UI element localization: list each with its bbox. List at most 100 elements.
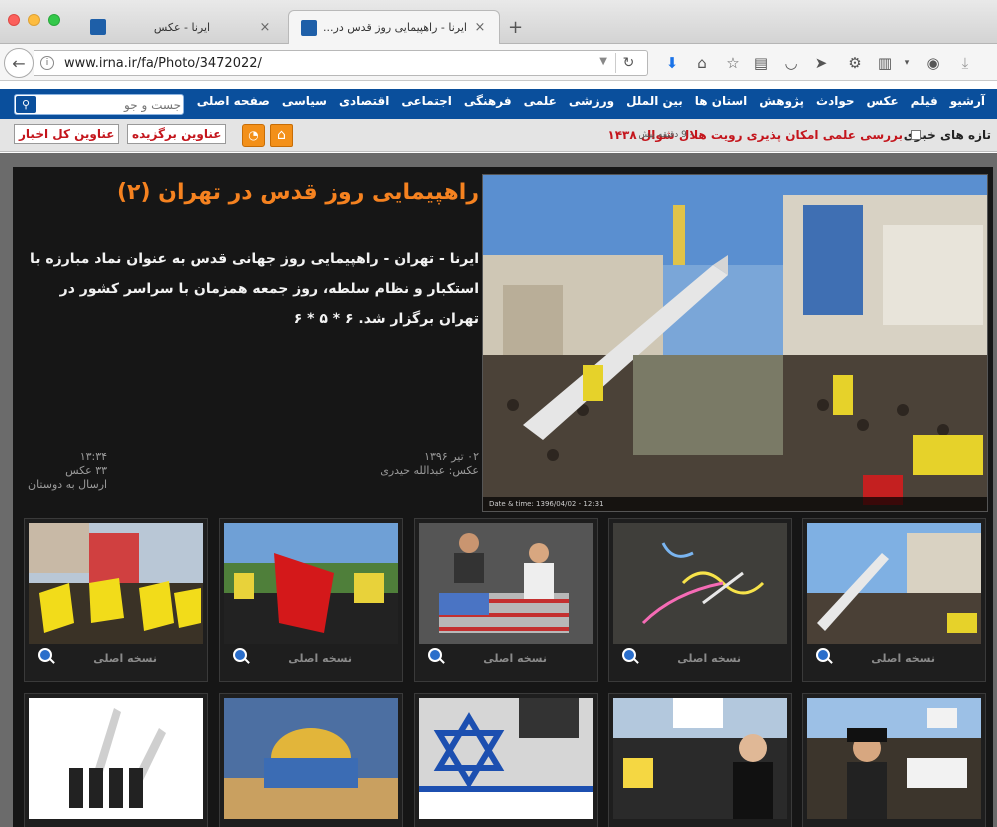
dropdown-arrow-icon[interactable]: ▼: [599, 56, 607, 67]
thumbnail[interactable]: نسخه اصلی: [414, 518, 598, 682]
thumbnail[interactable]: [802, 693, 986, 827]
missile-parade-photo: [483, 175, 987, 511]
bookmark-star-icon[interactable]: ☆: [724, 54, 742, 72]
url-text[interactable]: www.irna.ir/fa/Photo/3472022/: [64, 56, 262, 71]
original-version-link[interactable]: نسخه اصلی: [483, 652, 547, 665]
download-icon[interactable]: ⬇: [663, 54, 681, 72]
search-box: ⚲: [14, 94, 184, 115]
thumbnail[interactable]: نسخه اصلی: [24, 518, 208, 682]
zoom-icon[interactable]: [816, 648, 830, 662]
thumbnail[interactable]: نسخه اصلی: [219, 518, 403, 682]
menu-item-culture[interactable]: فرهنگی: [464, 94, 512, 108]
thumbnail-image[interactable]: [224, 523, 398, 644]
home-icon[interactable]: ⌂: [270, 124, 293, 147]
missiles-soldiers-image: [29, 698, 203, 819]
send-icon[interactable]: ➤: [812, 54, 830, 72]
menu-item-politics[interactable]: سیاسی: [282, 94, 327, 108]
thumbnail-image[interactable]: [224, 698, 398, 819]
menu-item-incidents[interactable]: حوادث: [816, 94, 855, 108]
tab-title: ایرنا - عکس: [153, 20, 211, 34]
article-headline: راهپیمایی روز قدس در تهران (۲): [116, 180, 479, 205]
tab-quds-rally[interactable]: ایرنا - راهپیمایی روز قدس در... ×: [288, 10, 500, 44]
all-news-button[interactable]: عناوین کل اخبار: [14, 124, 120, 144]
thumbnail-image[interactable]: [419, 523, 593, 644]
menu-item-social[interactable]: اجتماعی: [401, 94, 452, 108]
original-version-link[interactable]: نسخه اصلی: [677, 652, 741, 665]
rss-icon[interactable]: ◔: [242, 124, 265, 147]
menu-item-international[interactable]: بین الملل: [626, 94, 683, 108]
zoom-icon[interactable]: [233, 648, 247, 662]
menu-item-home[interactable]: صفحه اصلی: [197, 94, 270, 108]
menu-item-film[interactable]: فیلم: [911, 94, 938, 108]
back-button[interactable]: ←: [4, 48, 34, 78]
thumbnail-image[interactable]: [613, 698, 787, 819]
article-meta-right: ۰۲ تیر ۱۳۹۶ عکس: عبدالله حیدری: [380, 450, 479, 478]
missile-float-image: [807, 523, 981, 644]
home-icon[interactable]: ⌂: [693, 54, 711, 72]
menu-item-sports[interactable]: ورزشی: [569, 94, 614, 108]
irna-favicon-icon: [301, 19, 317, 36]
thumbnail[interactable]: [414, 693, 598, 827]
thumbnail[interactable]: نسخه اصلی: [608, 518, 792, 682]
send-to-friends-link[interactable]: ارسال به دوستان: [28, 478, 107, 492]
reload-icon[interactable]: ↻: [615, 53, 641, 73]
menu-dropdown-icon[interactable]: ▾: [898, 54, 916, 72]
thumbnail-image[interactable]: [29, 523, 203, 644]
search-input[interactable]: [39, 95, 181, 114]
reading-list-icon[interactable]: ▤: [752, 54, 770, 72]
tab-title: ایرنا - راهپیمایی روز قدس در...: [323, 21, 467, 34]
article-time: ۱۳:۳۴: [79, 450, 108, 463]
article-date: ۰۲ تیر ۱۳۹۶: [424, 450, 479, 463]
original-version-link[interactable]: نسخه اصلی: [288, 652, 352, 665]
extension-icon[interactable]: ⚙: [846, 54, 864, 72]
thumbnail-image[interactable]: [419, 698, 593, 819]
zoom-icon[interactable]: [38, 648, 52, 662]
browser-navbar: ← i www.irna.ir/fa/Photo/3472022/ ▼ ↻ ⬇ …: [0, 44, 997, 81]
yellow-flags-crowd-image: [29, 523, 203, 644]
close-tab-icon[interactable]: ×: [258, 20, 272, 35]
chalk-usa-image: [613, 523, 787, 644]
thumbnail[interactable]: [24, 693, 208, 827]
info-icon[interactable]: i: [40, 56, 54, 70]
thumbnail[interactable]: نسخه اصلی: [802, 518, 986, 682]
ticker-bullet-icon: [911, 130, 921, 140]
maximize-window-button[interactable]: [48, 14, 60, 26]
browser-titlebar: ایرنا - عکس × ایرنا - راهپیمایی روز قدس …: [0, 0, 997, 44]
ticker-time: - 9 دقیقه پیش: [638, 130, 693, 140]
tab-irna-photo[interactable]: ایرنا - عکس ×: [78, 10, 284, 44]
new-tab-button[interactable]: +: [508, 17, 523, 38]
clipboard-icon[interactable]: ▥: [876, 54, 894, 72]
photo-caption: Date & time: 1396/04/02 - 12:31: [483, 497, 987, 511]
url-bar[interactable]: i www.irna.ir/fa/Photo/3472022/ ▼ ↻: [34, 50, 648, 76]
thumbnail[interactable]: [608, 693, 792, 827]
thumbnail[interactable]: [219, 693, 403, 827]
color-wheel-icon[interactable]: ◉: [924, 54, 942, 72]
search-icon[interactable]: ⚲: [16, 96, 36, 113]
close-window-button[interactable]: [8, 14, 20, 26]
menu-item-photo[interactable]: عکس: [867, 94, 899, 108]
missile-crowd-image: [807, 698, 981, 819]
thumbnail-image[interactable]: [807, 698, 981, 819]
original-version-link[interactable]: نسخه اصلی: [93, 652, 157, 665]
downloads-icon[interactable]: ⤓: [956, 54, 974, 72]
israel-star-street-image: [419, 698, 593, 819]
zoom-icon[interactable]: [428, 648, 442, 662]
main-photo[interactable]: Date & time: 1396/04/02 - 12:31: [482, 174, 988, 512]
pocket-icon[interactable]: ◡: [782, 54, 800, 72]
close-tab-icon[interactable]: ×: [473, 20, 487, 35]
minimize-window-button[interactable]: [28, 14, 40, 26]
thumbnail-image[interactable]: [613, 523, 787, 644]
thumbnail-image[interactable]: [807, 523, 981, 644]
menu-item-provinces[interactable]: استان ها: [695, 94, 748, 108]
menu-item-science[interactable]: علمی: [524, 94, 557, 108]
menu-item-economy[interactable]: اقتصادی: [339, 94, 389, 108]
menu-item-research[interactable]: پژوهش: [759, 94, 804, 108]
photo-count: ۳۳ عکس: [65, 464, 108, 477]
women-placards-image: [613, 698, 787, 819]
original-version-link[interactable]: نسخه اصلی: [871, 652, 935, 665]
thumbnail-image[interactable]: [29, 698, 203, 819]
top-news-button[interactable]: عناوین برگزیده: [127, 124, 227, 144]
article-meta-left: ۱۳:۳۴ ۳۳ عکس ارسال به دوستان: [28, 450, 107, 492]
menu-item-archive[interactable]: آرشیو: [950, 94, 985, 108]
zoom-icon[interactable]: [622, 648, 636, 662]
